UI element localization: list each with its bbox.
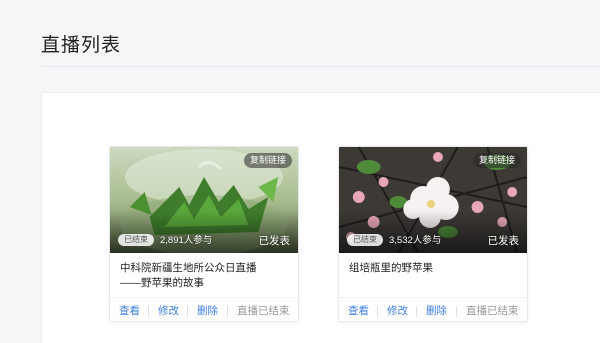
delete-button[interactable]: 删除 bbox=[426, 303, 447, 318]
action-divider bbox=[148, 306, 149, 317]
live-thumbnail[interactable]: 复制链接 已结束 3,532人参与 已发表 bbox=[339, 147, 527, 253]
live-thumbnail[interactable]: 复制链接 已结束 2,891人参与 已发表 bbox=[110, 147, 298, 253]
status-badge: 已结束 bbox=[347, 234, 383, 246]
card-title-line: ——野苹果的故事 bbox=[120, 277, 204, 289]
card-actions: 查看 修改 删除 直播已结束 bbox=[339, 297, 527, 321]
action-divider bbox=[377, 306, 378, 317]
card-title-line: 中科院新疆生地所公众日直播 bbox=[120, 262, 257, 274]
card-title[interactable]: 组培瓶里的野苹果 bbox=[349, 261, 521, 276]
status-badge: 已结束 bbox=[118, 234, 154, 246]
action-divider bbox=[227, 306, 228, 317]
card-actions: 查看 修改 删除 直播已结束 bbox=[110, 297, 298, 321]
viewer-count: 3,532人参与 bbox=[389, 235, 442, 246]
edit-button[interactable]: 修改 bbox=[158, 303, 179, 318]
page-title: 直播列表 bbox=[41, 35, 122, 56]
live-ended-label: 直播已结束 bbox=[237, 305, 290, 317]
live-ended-label: 直播已结束 bbox=[466, 305, 519, 317]
card-title-line: 组培瓶里的野苹果 bbox=[349, 262, 433, 274]
published-label: 已发表 bbox=[487, 235, 520, 247]
action-divider bbox=[416, 306, 417, 317]
edit-button[interactable]: 修改 bbox=[387, 303, 408, 318]
viewer-count: 2,891人参与 bbox=[160, 235, 213, 246]
card-title[interactable]: 中科院新疆生地所公众日直播 ——野苹果的故事 bbox=[120, 261, 292, 291]
copy-link-button[interactable]: 复制链接 bbox=[243, 153, 292, 168]
view-button[interactable]: 查看 bbox=[348, 303, 369, 318]
view-button[interactable]: 查看 bbox=[119, 303, 140, 318]
action-divider bbox=[187, 306, 188, 317]
live-card: 复制链接 已结束 2,891人参与 已发表 中科院新疆生地所公众日直播 ——野苹… bbox=[109, 146, 299, 322]
published-label: 已发表 bbox=[258, 235, 291, 247]
copy-link-button[interactable]: 复制链接 bbox=[472, 153, 521, 168]
action-divider bbox=[456, 306, 457, 317]
title-divider bbox=[41, 66, 600, 67]
live-card: 复制链接 已结束 3,532人参与 已发表 组培瓶里的野苹果 查看 修改 删除 … bbox=[338, 146, 528, 322]
delete-button[interactable]: 删除 bbox=[197, 303, 218, 318]
